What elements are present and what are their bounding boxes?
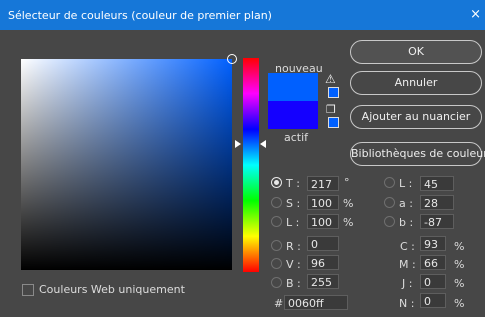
magenta-unit: % <box>454 258 465 271</box>
add-to-swatches-button[interactable]: Ajouter au nuancier <box>350 105 482 129</box>
lab-b-label: b : <box>399 216 414 229</box>
lab-a-input[interactable]: 28 <box>420 195 454 210</box>
web-safe-cube-icon[interactable]: ❒ <box>326 103 336 116</box>
current-color-swatch[interactable] <box>268 101 318 129</box>
hue-unit: ° <box>344 176 350 189</box>
hue-label: T : <box>286 177 300 190</box>
black-input[interactable]: 0 <box>420 293 446 308</box>
lab-l-label: L : <box>399 177 413 190</box>
warning-icon[interactable]: ⚠ <box>325 72 336 86</box>
cancel-button[interactable]: Annuler <box>350 71 482 95</box>
saturation-input[interactable]: 100 <box>307 195 339 210</box>
gamut-correction-swatch[interactable] <box>328 87 339 98</box>
hex-input[interactable]: 0060ff <box>284 295 348 310</box>
black-unit: % <box>454 297 465 310</box>
green-label: V : <box>286 258 301 271</box>
close-icon[interactable]: × <box>470 7 481 22</box>
red-radio[interactable] <box>271 240 282 251</box>
title-bar: Sélecteur de couleurs (couleur de premie… <box>0 0 485 30</box>
brightness-unit: % <box>343 216 354 229</box>
web-safe-correction-swatch[interactable] <box>328 117 339 128</box>
lab-a-label: a : <box>399 197 413 210</box>
hue-slider[interactable] <box>243 58 259 272</box>
red-input[interactable]: 0 <box>307 236 339 251</box>
new-color-swatch <box>268 73 318 101</box>
current-color-label: actif <box>284 131 309 144</box>
lab-a-radio[interactable] <box>384 197 395 208</box>
yellow-input[interactable]: 0 <box>420 274 446 289</box>
magenta-label: M : <box>399 258 416 271</box>
hue-slider-handle-right[interactable] <box>260 140 266 148</box>
green-input[interactable]: 96 <box>307 255 339 270</box>
yellow-label: J : <box>402 277 413 290</box>
color-field[interactable] <box>21 59 232 270</box>
brightness-radio[interactable] <box>271 216 282 227</box>
brightness-label: L : <box>286 216 300 229</box>
web-colors-only-label: Couleurs Web uniquement <box>39 283 185 296</box>
color-field-marker[interactable] <box>227 54 237 64</box>
ok-button[interactable]: OK <box>350 40 482 64</box>
red-label: R : <box>286 240 301 253</box>
lab-b-radio[interactable] <box>384 216 395 227</box>
hue-input[interactable]: 217 <box>307 176 339 191</box>
saturation-radio[interactable] <box>271 197 282 208</box>
yellow-unit: % <box>454 277 465 290</box>
hex-label: # <box>274 297 284 310</box>
hue-slider-handle-left[interactable] <box>235 140 241 148</box>
cyan-label: C : <box>400 240 415 253</box>
hue-radio[interactable] <box>271 177 282 188</box>
blue-input[interactable]: 255 <box>307 274 339 289</box>
blue-label: B : <box>286 277 301 290</box>
saturation-unit: % <box>343 197 354 210</box>
window-title: Sélecteur de couleurs (couleur de premie… <box>8 9 272 22</box>
magenta-input[interactable]: 66 <box>420 255 446 270</box>
cyan-unit: % <box>454 240 465 253</box>
lab-b-input[interactable]: -87 <box>420 214 454 229</box>
lab-l-input[interactable]: 45 <box>420 176 454 191</box>
web-colors-only-checkbox[interactable] <box>22 284 34 296</box>
brightness-input[interactable]: 100 <box>307 214 339 229</box>
color-libraries-button[interactable]: Bibliothèques de couleurs <box>350 142 485 166</box>
green-radio[interactable] <box>271 258 282 269</box>
black-label: N : <box>399 297 415 310</box>
saturation-label: S : <box>286 197 301 210</box>
cyan-input[interactable]: 93 <box>420 236 446 251</box>
lab-l-radio[interactable] <box>384 177 395 188</box>
blue-radio[interactable] <box>271 277 282 288</box>
